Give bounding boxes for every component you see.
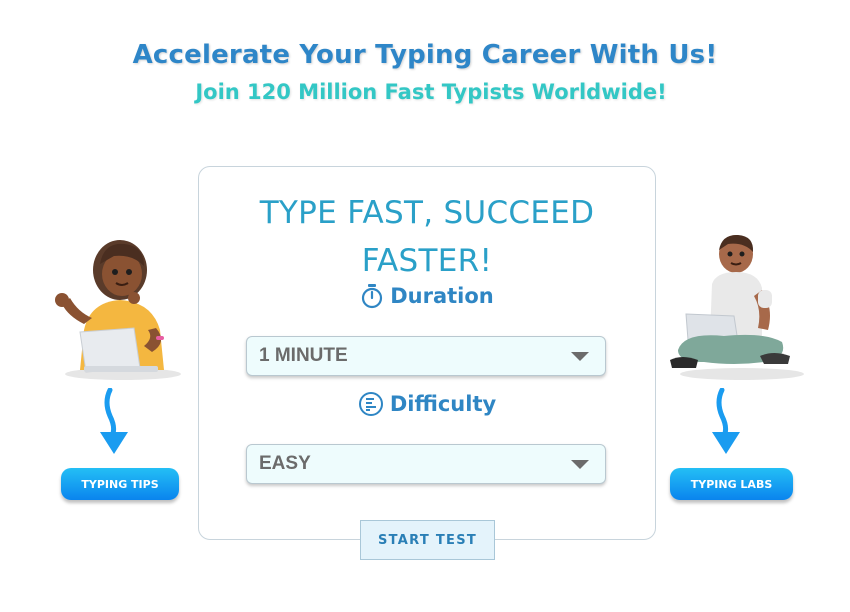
typing-labs-button[interactable]: TYPING LABS [670,468,793,500]
chevron-down-icon [571,351,589,361]
page-headline: Accelerate Your Typing Career With Us! [132,40,718,70]
card-title-line-1: TYPE FAST, SUCCEED [259,195,595,231]
difficulty-list-icon [358,391,384,417]
difficulty-select[interactable]: EASY [246,444,606,484]
down-arrow-icon [96,387,132,463]
test-settings-card: TYPE FAST, SUCCEED FASTER! Duration 1 MI… [198,166,656,540]
stopwatch-icon [360,283,384,309]
duration-select[interactable]: 1 MINUTE [246,336,606,376]
difficulty-label: Difficulty [199,391,655,417]
down-arrow-icon [708,387,744,463]
duration-label: Duration [199,283,655,309]
difficulty-label-text: Difficulty [389,392,497,416]
typing-tips-button[interactable]: TYPING TIPS [61,468,179,500]
card-title-line-2: FASTER! [361,243,493,279]
difficulty-selected-value: EASY [259,453,311,474]
duration-selected-value: 1 MINUTE [259,345,348,366]
page-subheadline: Join 120 Million Fast Typists Worldwide! [195,80,667,104]
chevron-down-icon [571,459,589,469]
duration-label-text: Duration [390,284,494,308]
man-with-laptop-illustration [664,232,814,387]
start-test-button[interactable]: START TEST [360,520,495,560]
woman-with-laptop-illustration [48,232,193,387]
card-title: TYPE FAST, SUCCEED FASTER! [199,189,655,285]
